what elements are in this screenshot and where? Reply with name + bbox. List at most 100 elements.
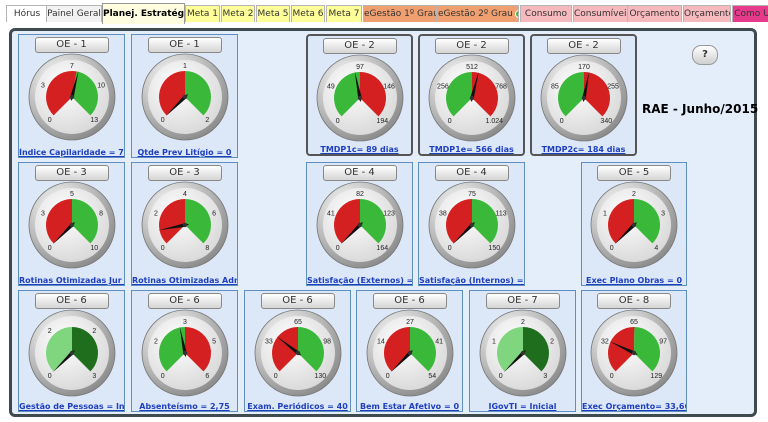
gauge-scale-label: 0	[160, 117, 164, 124]
gauge-scale-label: 54	[428, 373, 436, 380]
tab-7[interactable]: Meta 7	[326, 5, 362, 22]
gauge-hub	[469, 222, 474, 228]
tab-5[interactable]: Meta 5	[256, 5, 290, 22]
gauge-caption-link[interactable]: IGovTI = Inicial	[470, 402, 575, 411]
tab-label: Meta 2	[222, 9, 254, 19]
gauge-card[interactable]: OE - 5 0 1 2 3 4 Exec Plano Obras = 0	[581, 162, 687, 286]
gauge-caption-link[interactable]: Exec Orçamento= 33,66	[582, 402, 686, 411]
gauge-caption-link[interactable]: Rotinas Otimizadas Jur = 0	[19, 276, 124, 285]
gauge-dial: 0 49 97 146 194	[316, 54, 403, 142]
tab-label: Como U	[734, 9, 768, 19]
gauge-hub	[182, 222, 187, 228]
gauge-caption-link[interactable]: Rotinas Otimizadas Adm = 1	[132, 276, 237, 285]
gauge-caption-link[interactable]: Satisfação (Externos) = 0	[307, 276, 412, 285]
gauge-dial: 0 2 4 6 8	[141, 181, 228, 269]
tab-label: Painel Geral	[47, 9, 101, 19]
gauge-scale-label: 82	[356, 191, 364, 198]
gauge-scale-label: 255	[607, 83, 619, 90]
gauge-caption-link[interactable]: TMDP1c= 89 dias	[308, 145, 411, 154]
gauge-caption-link[interactable]: TMDP1e= 566 dias	[420, 145, 523, 154]
tab-9[interactable]: eGestão 2º Grau	[437, 5, 519, 22]
gauge-scale-label: 2	[550, 338, 554, 345]
gauge-group-label: OE - 4	[434, 165, 509, 181]
gauge-caption-link[interactable]: Bem Estar Afetivo = 0	[357, 402, 462, 411]
tab-10[interactable]: Consumo	[520, 5, 572, 22]
tab-label: eGestão 2º Grau	[438, 9, 513, 19]
gauge-scale-label: 0	[160, 373, 164, 380]
gauge-scale-label: 2	[521, 319, 525, 326]
gauge-card[interactable]: OE - 3 0 2 4 6 8 Rotinas Otimizadas Adm = 1	[131, 162, 238, 286]
gauge-card[interactable]: OE - 6 0 2 3 5 6 Absenteísmo = 2,75	[131, 290, 238, 412]
gauge-caption-link[interactable]: Exec Plano Obras = 0	[582, 276, 686, 285]
gauge-group-label: OE - 3	[147, 165, 222, 181]
gauge-card[interactable]: OE - 2 0 85 170 255 340 TMDP2c= 184 dias	[530, 34, 637, 156]
gauge-caption-link[interactable]: Satisfação (Internos) = 0	[419, 276, 524, 285]
gauge-hub	[631, 222, 637, 228]
gauge-dial: 0 38 75 113 150	[428, 181, 515, 269]
gauge-scale-label: 0	[559, 118, 563, 125]
gauge-card[interactable]: OE - 2 0 49 97 146 194 TMDP1c= 89 dias	[306, 34, 413, 156]
tab-3[interactable]: Meta 1	[185, 5, 220, 22]
gauge-scale-label: 0	[47, 245, 51, 252]
gauge-caption-link[interactable]: TMDP2c= 184 dias	[532, 145, 635, 154]
gauge-scale-label: 32	[601, 338, 609, 345]
tab-1[interactable]: Painel Geral	[46, 5, 102, 22]
gauge-card[interactable]: OE - 6 0 2 2 3 Gestão de Pessoas = Inicial	[18, 290, 125, 412]
gauge-scale-label: 5	[212, 338, 216, 345]
tab-13[interactable]: Orçamento	[683, 5, 731, 22]
gauge-scale-label: 65	[630, 319, 638, 326]
gauge-scale-label: 0	[47, 117, 51, 124]
gauge-scale-label: 3	[661, 210, 665, 217]
gauge-scale-label: 0	[335, 118, 339, 125]
gauge-hub	[69, 94, 74, 100]
help-button[interactable]: ?	[692, 45, 718, 65]
gauge-card[interactable]: OE - 3 0 3 5 8 10 Rotinas Otimizadas Jur = 0	[18, 162, 125, 286]
gauge-hub	[407, 350, 412, 356]
gauge-dial: 0 32 65 97 129	[590, 309, 678, 397]
gauge-scale-label: 97	[356, 64, 364, 71]
gauge-hub	[295, 350, 300, 356]
gauge-caption-link[interactable]: Qtde Prev Litígio = 0	[132, 148, 237, 157]
gauge-card[interactable]: OE - 4 0 38 75 113 150 Satisfação (Internos) =…	[418, 162, 525, 286]
gauge-card[interactable]: OE - 7 0 1 2 2 3 IGovTI = Inicial	[469, 290, 576, 412]
gauge-card[interactable]: OE - 1 0 1 2 Qtde Prev Litígio = 0	[131, 34, 238, 158]
gauge-caption-link[interactable]: Gestão de Pessoas = Inicial	[19, 402, 124, 411]
gauge-scale-label: 8	[205, 245, 209, 252]
gauge-caption-link[interactable]: Exam. Periódicos = 40	[245, 402, 350, 411]
gauge-dial: 0 2 2 3	[28, 309, 115, 397]
tab-label: Meta 7	[328, 9, 360, 19]
gauge-card[interactable]: OE - 8 0 32 65 97 129 Exec Orçamento= 33,66	[581, 290, 687, 412]
tab-8[interactable]: eGestão 1º Grau	[363, 5, 437, 22]
gauge-card[interactable]: OE - 1 0 3 7 10 13 Índice Capilaridade = 7,17	[18, 34, 125, 158]
tab-14[interactable]: Como U	[732, 5, 768, 22]
tab-6[interactable]: Meta 6	[291, 5, 325, 22]
gauge-dial: 0 33 65 98 130	[254, 309, 341, 397]
gauge-hub	[182, 94, 187, 100]
status-dot-icon	[514, 9, 518, 18]
gauge-scale-label: 5	[70, 191, 74, 198]
gauge-caption-link[interactable]: Índice Capilaridade = 7,17	[19, 148, 124, 157]
page-title: RAE - Junho/2015	[642, 102, 759, 116]
tab-12[interactable]: Orçamento	[627, 5, 682, 22]
tab-4[interactable]: Meta 2	[221, 5, 255, 22]
tab-2[interactable]: Planej. Estratégico	[102, 3, 185, 24]
gauge-scale-label: 0	[160, 245, 164, 252]
tab-0[interactable]: Hórus	[6, 5, 48, 22]
gauge-scale-label: 6	[212, 210, 216, 217]
tab-label: Meta 1	[187, 9, 218, 19]
tab-label: Consumíveis	[574, 9, 628, 19]
gauge-dial: 0 2 3 5 6	[141, 309, 228, 397]
gauge-scale-label: 3	[40, 82, 44, 89]
gauge-scale-label: 14	[377, 338, 385, 345]
gauge-card[interactable]: OE - 4 0 41 82 123 164 Satisfação (Externos) =…	[306, 162, 413, 286]
gauge-card[interactable]: OE - 6 0 33 65 98 130 Exam. Periódicos = 40	[244, 290, 351, 412]
tab-11[interactable]: Consumíveis	[573, 5, 628, 22]
gauge-card[interactable]: OE - 6 0 14 27 41 54 Bem Estar Afetivo = 0	[356, 290, 463, 412]
gauge-scale-label: 146	[383, 83, 395, 90]
gauge-scale-label: 3	[183, 319, 187, 326]
gauge-scale-label: 0	[447, 245, 451, 252]
gauge-caption-link[interactable]: Absenteísmo = 2,75	[132, 402, 237, 411]
gauge-scale-label: 75	[468, 191, 476, 198]
gauge-card[interactable]: OE - 2 0 256 512 768 1.024 TMDP1e= 566 dias	[418, 34, 525, 156]
gauge-group-label: OE - 6	[34, 293, 109, 309]
